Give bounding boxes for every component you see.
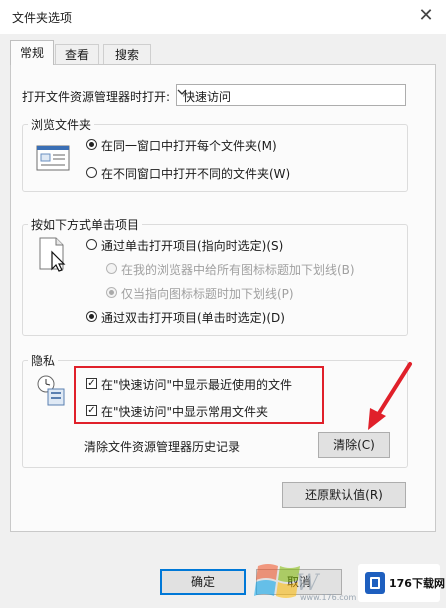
- radio-same-window[interactable]: [86, 139, 97, 150]
- clear-history-label: 清除文件资源管理器历史记录: [84, 440, 241, 454]
- site-logo-icon: [365, 572, 385, 594]
- privacy-title: 隐私: [28, 352, 59, 369]
- open-in-value: 快速访问: [183, 90, 232, 104]
- highlight-box: [74, 366, 324, 424]
- radio-underline-hover[interactable]: [106, 287, 117, 298]
- window-title: 文件夹选项: [12, 11, 73, 25]
- radio-single-click[interactable]: [86, 239, 97, 250]
- clear-button[interactable]: 清除(C): [318, 432, 390, 458]
- radio-underline-all[interactable]: [106, 263, 117, 274]
- site-watermark: 176下载网: [358, 564, 445, 602]
- ok-button[interactable]: 确定: [160, 569, 246, 595]
- tab-view[interactable]: 查看: [55, 44, 99, 65]
- restore-defaults-button[interactable]: 还原默认值(R): [282, 482, 406, 508]
- radio-underline-hover-label[interactable]: 仅当指向图标标题时加下划线(P): [121, 285, 294, 302]
- radio-double-click[interactable]: [86, 311, 97, 322]
- tab-general[interactable]: 常规: [10, 40, 54, 65]
- radio-same-window-label[interactable]: 在同一窗口中打开每个文件夹(M): [101, 137, 277, 154]
- radio-new-window[interactable]: [86, 167, 97, 178]
- open-in-dropdown[interactable]: 快速访问: [176, 84, 406, 106]
- window-icon: [36, 145, 70, 171]
- watermark-domain: www.176.com: [300, 593, 357, 602]
- privacy-icon: [37, 375, 65, 406]
- tab-search[interactable]: 搜索: [103, 44, 151, 65]
- radio-underline-all-label[interactable]: 在我的浏览器中给所有图标标题加下划线(B): [121, 261, 355, 278]
- cursor-file-icon: [39, 237, 66, 272]
- site-name: 176下载网: [389, 577, 445, 590]
- browse-folders-title: 浏览文件夹: [28, 116, 95, 133]
- click-items-title: 按如下方式单击项目: [28, 216, 143, 233]
- radio-single-click-label[interactable]: 通过单击打开项目(指向时选定)(S): [101, 237, 283, 254]
- radio-new-window-label[interactable]: 在不同窗口中打开不同的文件夹(W): [101, 165, 290, 182]
- radio-double-click-label[interactable]: 通过双击打开项目(单击时选定)(D): [101, 309, 285, 326]
- open-in-label: 打开文件资源管理器时打开:: [22, 90, 171, 104]
- annotation-arrow-icon: [368, 362, 412, 430]
- close-icon[interactable]: ✕: [414, 6, 438, 26]
